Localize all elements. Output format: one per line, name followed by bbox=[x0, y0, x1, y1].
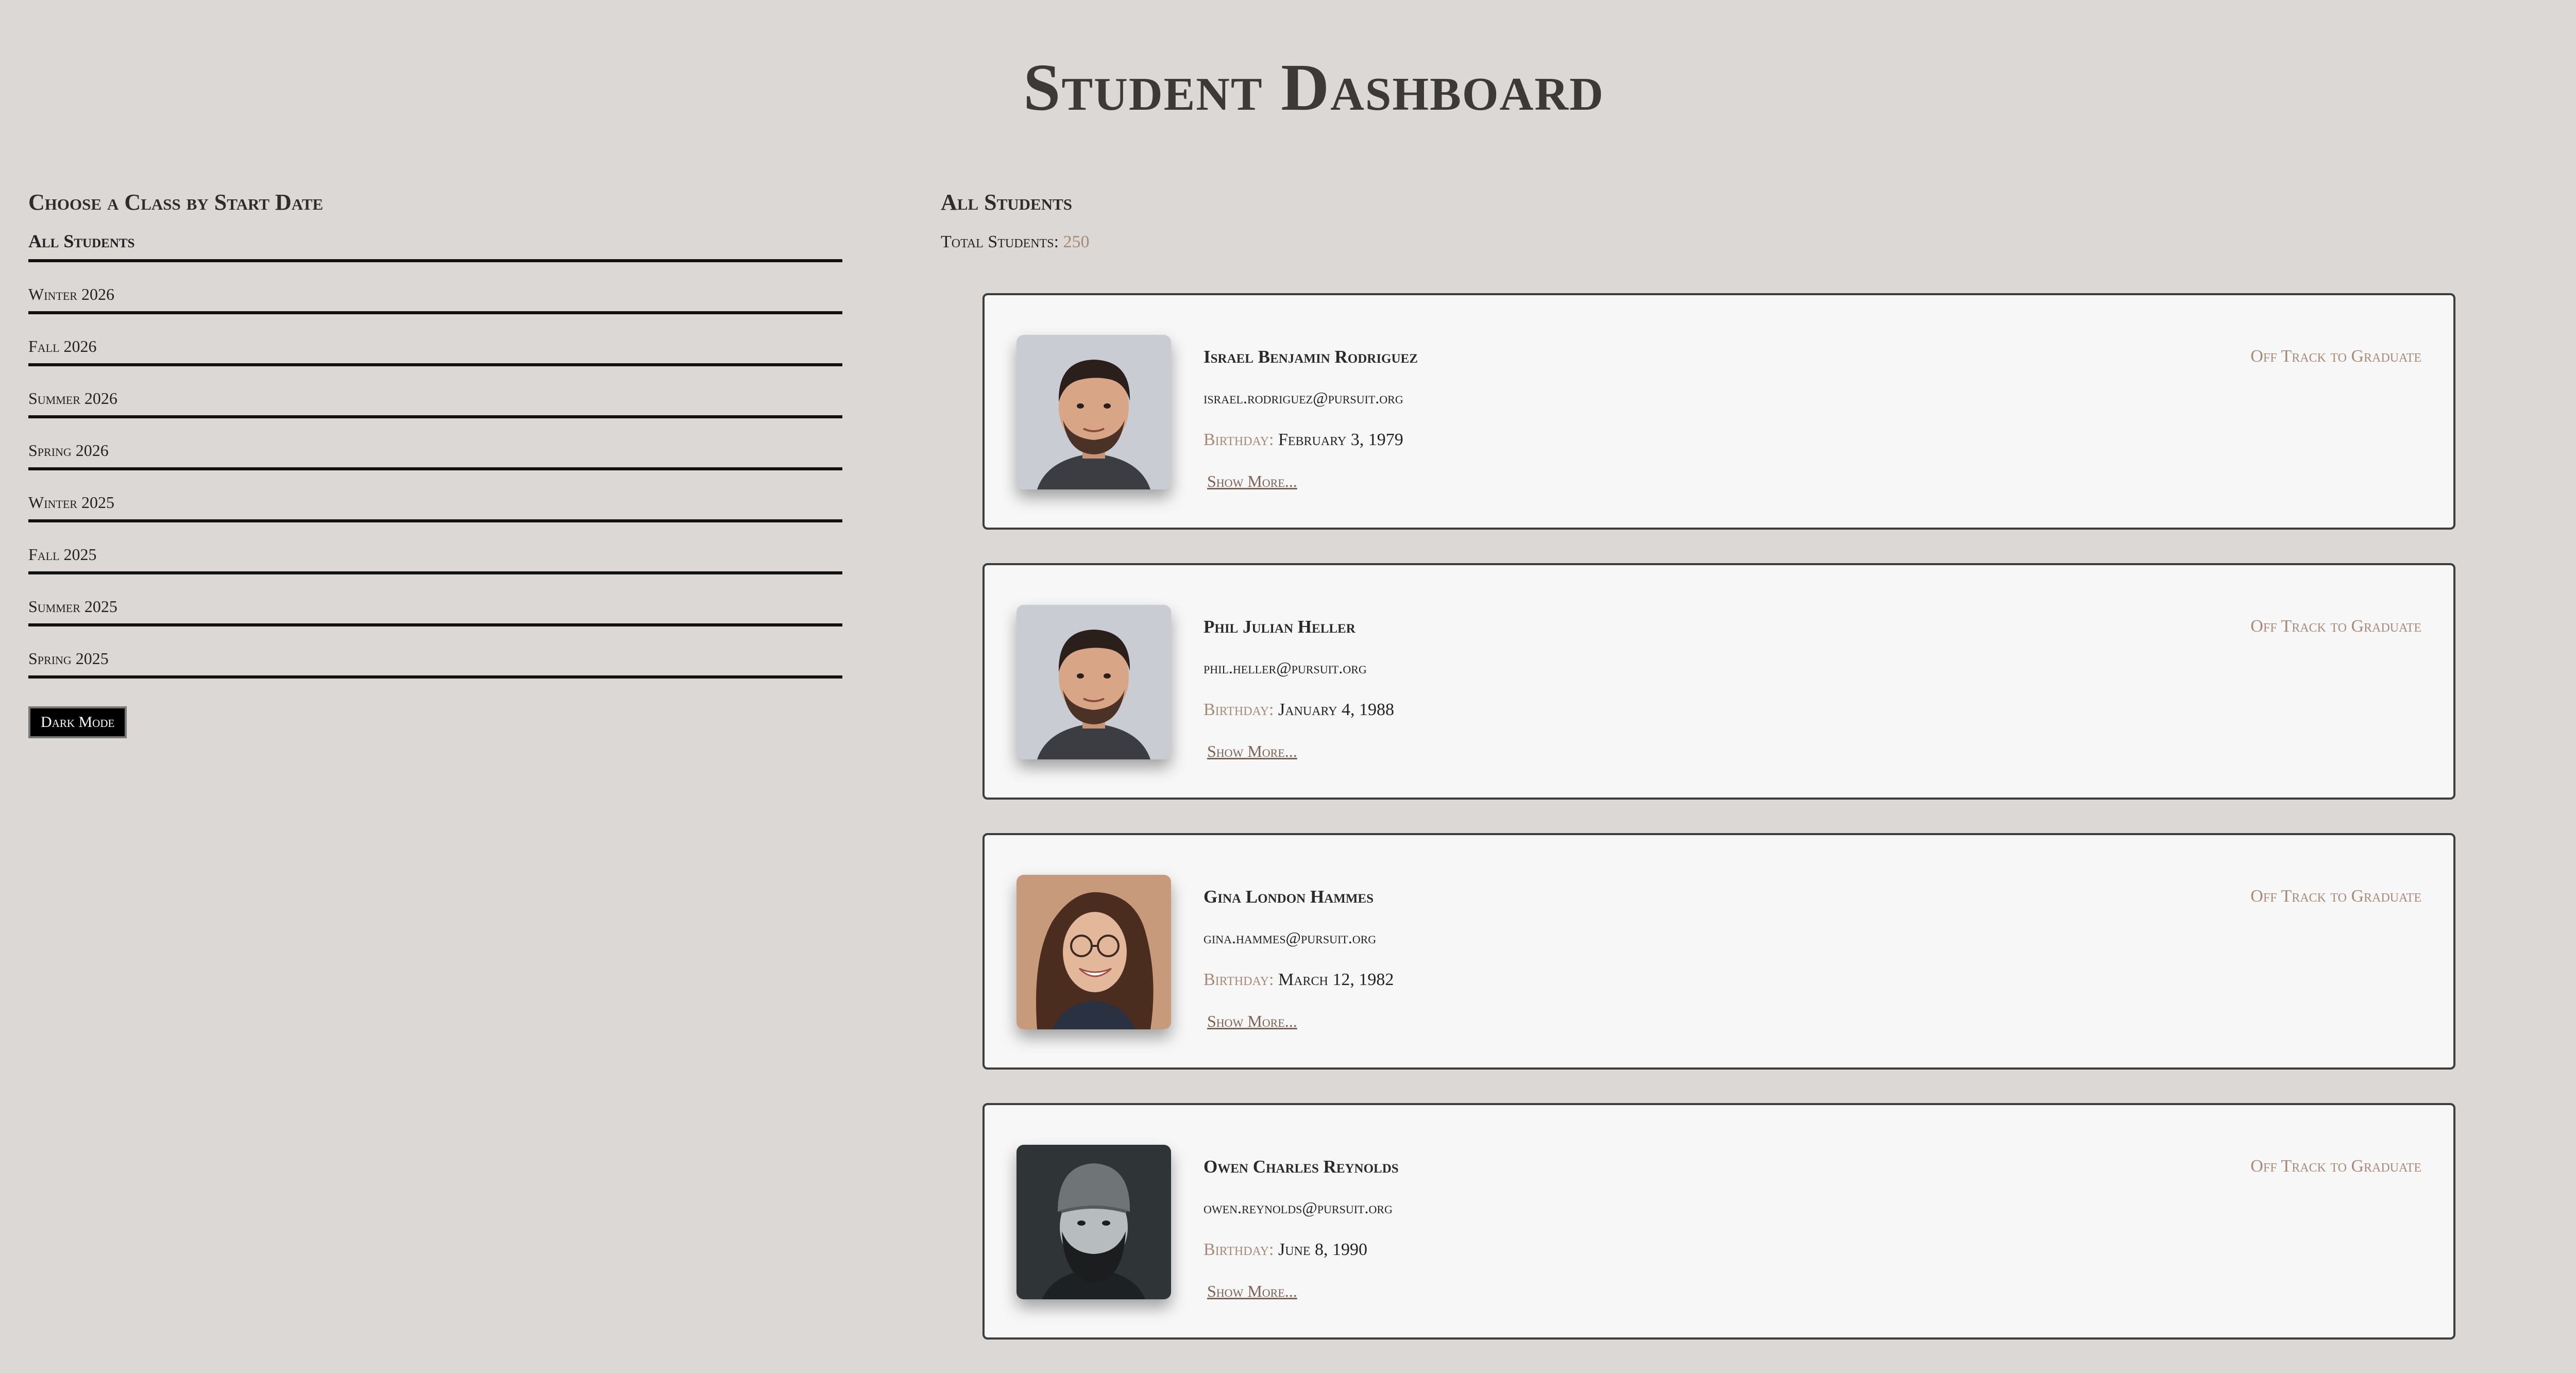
page-title: Student Dashboard bbox=[1023, 50, 1604, 125]
birthday-label: Birthday: bbox=[1204, 700, 1274, 719]
birthday-value: June 8, 1990 bbox=[1278, 1240, 1368, 1259]
student-card: Israel Benjamin Rodriguez israel.rodrigu… bbox=[982, 293, 2455, 530]
birthday-value: February 3, 1979 bbox=[1278, 430, 1403, 449]
student-name: Gina London Hammes bbox=[1204, 887, 1374, 907]
student-card: Phil Julian Heller phil.heller@pursuit.o… bbox=[982, 563, 2455, 800]
woman-portrait-icon bbox=[1016, 875, 1171, 1029]
birthday-value: January 4, 1988 bbox=[1278, 700, 1395, 719]
class-item-label: Winter 2025 bbox=[28, 493, 114, 512]
total-students-count: 250 bbox=[1063, 232, 1090, 251]
class-item-label: Summer 2025 bbox=[28, 597, 117, 616]
avatar bbox=[1016, 335, 1171, 489]
class-item-label: Summer 2026 bbox=[28, 389, 117, 408]
students-panel: All Students Total Students: 250 Israel … bbox=[941, 188, 2538, 1340]
student-email: phil.heller@pursuit.org bbox=[1204, 658, 1367, 677]
student-name: Phil Julian Heller bbox=[1204, 617, 1355, 637]
total-students-label: Total Students: bbox=[941, 232, 1059, 251]
student-birthday: Birthday: March 12, 1982 bbox=[1204, 970, 1394, 990]
student-card: Owen Charles Reynolds owen.reynolds@purs… bbox=[982, 1103, 2455, 1340]
class-item-label: Spring 2026 bbox=[28, 441, 109, 460]
status-badge: Off Track to Graduate bbox=[2250, 617, 2421, 636]
class-sidebar: Choose a Class by Start Date All Student… bbox=[28, 188, 842, 738]
bearded-man-portrait-icon bbox=[1016, 1145, 1171, 1299]
sidebar-heading: Choose a Class by Start Date bbox=[28, 190, 324, 215]
students-heading: All Students bbox=[941, 190, 1073, 215]
class-item-winter-2025[interactable]: Winter 2025 bbox=[28, 470, 842, 522]
show-more-link[interactable]: Show More... bbox=[1207, 742, 1297, 761]
student-birthday: Birthday: January 4, 1988 bbox=[1204, 700, 1394, 720]
avatar bbox=[1016, 1145, 1171, 1299]
avatar bbox=[1016, 875, 1171, 1029]
birthday-value: March 12, 1982 bbox=[1278, 970, 1394, 989]
avatar bbox=[1016, 605, 1171, 759]
birthday-label: Birthday: bbox=[1204, 970, 1274, 989]
birthday-label: Birthday: bbox=[1204, 430, 1274, 449]
class-item-label: Spring 2025 bbox=[28, 649, 109, 668]
show-more-link[interactable]: Show More... bbox=[1207, 1282, 1297, 1301]
class-item-label: Fall 2026 bbox=[28, 337, 97, 355]
dark-mode-button[interactable]: Dark Mode bbox=[28, 706, 127, 738]
class-item-label: Fall 2025 bbox=[28, 545, 97, 564]
student-name: Owen Charles Reynolds bbox=[1204, 1157, 1399, 1177]
student-email: owen.reynolds@pursuit.org bbox=[1204, 1198, 1393, 1217]
status-badge: Off Track to Graduate bbox=[2250, 887, 2421, 906]
status-badge: Off Track to Graduate bbox=[2250, 347, 2421, 366]
total-students: Total Students: 250 bbox=[941, 232, 2538, 252]
class-item-spring-2025[interactable]: Spring 2025 bbox=[28, 626, 842, 679]
class-item-summer-2026[interactable]: Summer 2026 bbox=[28, 366, 842, 418]
student-card-list: Israel Benjamin Rodriguez israel.rodrigu… bbox=[982, 293, 2455, 1373]
class-item-fall-2026[interactable]: Fall 2026 bbox=[28, 314, 842, 366]
student-email: israel.rodriguez@pursuit.org bbox=[1204, 388, 1403, 407]
show-more-link[interactable]: Show More... bbox=[1207, 472, 1297, 491]
class-item-label: Winter 2026 bbox=[28, 285, 114, 303]
birthday-label: Birthday: bbox=[1204, 1240, 1274, 1259]
status-badge: Off Track to Graduate bbox=[2250, 1157, 2421, 1176]
class-item-summer-2025[interactable]: Summer 2025 bbox=[28, 574, 842, 626]
class-item-label: All Students bbox=[28, 231, 135, 251]
man-portrait-icon bbox=[1016, 335, 1171, 489]
student-birthday: Birthday: June 8, 1990 bbox=[1204, 1240, 1367, 1260]
show-more-link[interactable]: Show More... bbox=[1207, 1012, 1297, 1031]
student-name: Israel Benjamin Rodriguez bbox=[1204, 347, 1418, 367]
class-item-spring-2026[interactable]: Spring 2026 bbox=[28, 418, 842, 470]
class-list: All Students Winter 2026 Fall 2026 Summe… bbox=[28, 231, 842, 679]
man-portrait-icon bbox=[1016, 605, 1171, 759]
student-card: Gina London Hammes gina.hammes@pursuit.o… bbox=[982, 833, 2455, 1070]
class-item-winter-2026[interactable]: Winter 2026 bbox=[28, 262, 842, 314]
student-birthday: Birthday: February 3, 1979 bbox=[1204, 430, 1403, 450]
class-item-fall-2025[interactable]: Fall 2025 bbox=[28, 522, 842, 574]
class-item-all-students[interactable]: All Students bbox=[28, 231, 842, 262]
student-email: gina.hammes@pursuit.org bbox=[1204, 928, 1377, 947]
